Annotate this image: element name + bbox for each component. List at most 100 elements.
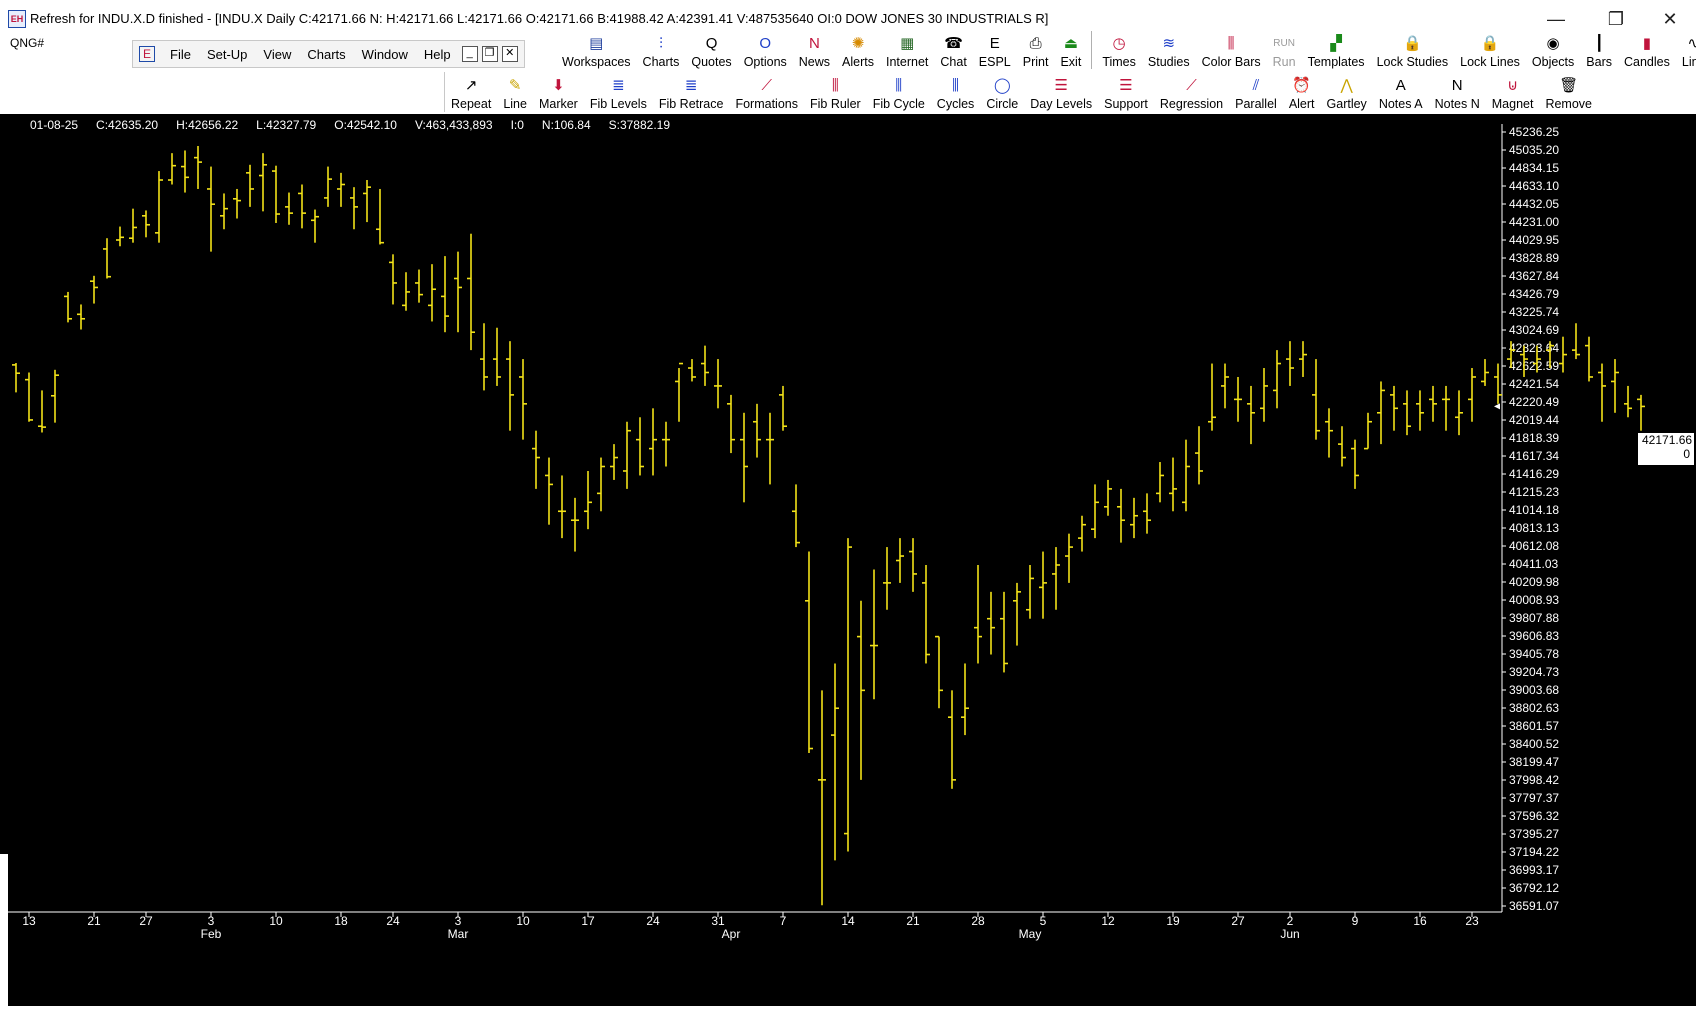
y-tick-label: 41014.18 bbox=[1509, 503, 1559, 517]
y-tick-label: 44029.95 bbox=[1509, 233, 1559, 247]
tb2-label: Fib Cycle bbox=[872, 97, 925, 111]
tb2-button-18[interactable]: ⊍ Magnet bbox=[1486, 72, 1540, 112]
ohlc-bar bbox=[116, 226, 124, 247]
tb1-button-7[interactable]: ☎ Chat bbox=[934, 30, 972, 70]
tb2-button-10[interactable]: ☰ Day Levels bbox=[1024, 72, 1098, 112]
ohlc-bar bbox=[181, 150, 189, 193]
menu-setup[interactable]: Set-Up bbox=[200, 47, 254, 62]
tb2-label: Parallel bbox=[1235, 97, 1277, 111]
tb1-button-12[interactable]: ≋ Studies bbox=[1142, 30, 1196, 70]
tb2-button-16[interactable]: A Notes A bbox=[1373, 72, 1429, 112]
y-tick-label: 39003.68 bbox=[1509, 683, 1559, 697]
month-label: Feb bbox=[201, 927, 222, 941]
y-tick-label: 40813.13 bbox=[1509, 521, 1559, 535]
tb1-button-8[interactable]: E ESPL bbox=[973, 30, 1017, 70]
menu-file[interactable]: File bbox=[163, 47, 198, 62]
ohlc-bar bbox=[597, 457, 605, 512]
last-price-sub: 0 bbox=[1683, 447, 1690, 461]
tb1-button-2[interactable]: Q Quotes bbox=[685, 30, 737, 70]
tb1-button-15[interactable]: ▞ Templates bbox=[1302, 30, 1371, 70]
ohlc-bar bbox=[649, 408, 657, 476]
tb2-button-19[interactable]: 🗑 Remove bbox=[1539, 72, 1598, 112]
y-tick-label: 42421.54 bbox=[1509, 377, 1559, 391]
ohlc-bar bbox=[1195, 426, 1203, 485]
x-tick-label: 10 bbox=[269, 914, 283, 928]
tb1-button-3[interactable]: O Options bbox=[738, 30, 793, 70]
ohlc-bar bbox=[688, 359, 696, 382]
tb1-button-10[interactable]: ⏏ Exit bbox=[1054, 30, 1087, 70]
ohlc-bar bbox=[1026, 564, 1034, 619]
mdi-restore-button[interactable]: ❐ bbox=[481, 46, 498, 62]
regression-icon: ⟋ bbox=[1186, 77, 1197, 94]
tb1-button-16[interactable]: 🔒 Lock Studies bbox=[1371, 30, 1455, 70]
tb1-button-1[interactable]: ⫶ Charts bbox=[637, 30, 686, 70]
ohlc-bar bbox=[610, 444, 618, 480]
tb2-button-14[interactable]: ⏰ Alert bbox=[1283, 72, 1321, 112]
tb1-button-20[interactable]: ▮ Candles bbox=[1618, 30, 1676, 70]
x-tick-label: 24 bbox=[646, 914, 660, 928]
tb2-button-4[interactable]: ≣ Fib Retrace bbox=[653, 72, 730, 112]
y-tick-label: 39807.88 bbox=[1509, 611, 1559, 625]
tb2-button-6[interactable]: ⫼ Fib Ruler bbox=[804, 72, 867, 112]
month-label: May bbox=[1019, 927, 1042, 941]
tb2-button-7[interactable]: ⫼ Fib Cycle bbox=[867, 72, 931, 112]
trash-icon: 🗑 bbox=[1559, 77, 1579, 94]
tb2-button-17[interactable]: N Notes N bbox=[1429, 72, 1486, 112]
tb1-button-14: RUN Run bbox=[1267, 30, 1302, 70]
tb2-label: Notes A bbox=[1378, 97, 1423, 111]
tb1-label: Objects bbox=[1531, 55, 1575, 69]
tb1-button-21[interactable]: ∿ Line bbox=[1676, 30, 1696, 70]
ohlc-bar bbox=[753, 403, 761, 458]
tb1-button-19[interactable]: ┃ Bars bbox=[1580, 30, 1618, 70]
tb2-label: Support bbox=[1104, 97, 1148, 111]
ohlc-bar bbox=[1013, 582, 1021, 646]
ohlc-bar bbox=[987, 591, 995, 655]
tb2-button-5[interactable]: ⟋ Formations bbox=[729, 72, 804, 112]
x-tick-label: 16 bbox=[1413, 914, 1427, 928]
tb1-button-13[interactable]: ⫼ Color Bars bbox=[1196, 30, 1267, 70]
tb1-label: Color Bars bbox=[1201, 55, 1261, 69]
tb2-button-1[interactable]: ✎ Line bbox=[497, 72, 533, 112]
ohlc-bar bbox=[155, 171, 163, 243]
tb2-button-11[interactable]: ☰ Support bbox=[1098, 72, 1154, 112]
menu-window[interactable]: Window bbox=[355, 47, 415, 62]
tb2-button-13[interactable]: ⫽ Parallel bbox=[1229, 72, 1283, 112]
tb2-button-3[interactable]: ≣ Fib Levels bbox=[584, 72, 653, 112]
menu-charts[interactable]: Charts bbox=[300, 47, 352, 62]
x-tick-label: 31 bbox=[711, 914, 725, 928]
tb1-button-17[interactable]: 🔒 Lock Lines bbox=[1454, 30, 1526, 70]
mdi-minimize-button[interactable]: _ bbox=[461, 46, 478, 62]
x-tick-label: 21 bbox=[906, 914, 920, 928]
ohlc-bar bbox=[1312, 359, 1320, 440]
symbol-entry[interactable]: QNG# bbox=[10, 36, 44, 50]
ohlc-bar bbox=[714, 359, 722, 409]
tb2-button-8[interactable]: ⫼ Cycles bbox=[931, 72, 981, 112]
tb1-button-4[interactable]: N News bbox=[793, 30, 836, 70]
tb2-button-9[interactable]: ◯ Circle bbox=[980, 72, 1024, 112]
tb2-label: Fib Levels bbox=[589, 97, 647, 111]
main-toolbar: ▤ Workspaces ⫶ Charts Q Quotes O Options N News ✺ A… bbox=[556, 30, 1696, 70]
ohlc-bar bbox=[1260, 368, 1268, 422]
ohlc-bar bbox=[1078, 515, 1086, 552]
tb2-button-2[interactable]: ⬇ Marker bbox=[533, 72, 584, 112]
chart-area[interactable]: 45236.25 45035.20 44834.15 44633.10 44432.05… bbox=[8, 114, 1696, 1006]
ohlc-bar bbox=[1364, 412, 1372, 450]
menu-view[interactable]: View bbox=[256, 47, 298, 62]
price-chart[interactable]: 45236.25 45035.20 44834.15 44633.10 44432.05… bbox=[8, 114, 1696, 1006]
tb1-button-5[interactable]: ✺ Alerts bbox=[836, 30, 880, 70]
menu-help[interactable]: Help bbox=[417, 47, 458, 62]
tb2-button-0[interactable]: ↗ Repeat bbox=[445, 72, 497, 112]
tb1-button-18[interactable]: ◉ Objects bbox=[1526, 30, 1580, 70]
tb2-button-15[interactable]: ⋀ Gartley bbox=[1321, 72, 1373, 112]
tb1-button-6[interactable]: ▦ Internet bbox=[880, 30, 934, 70]
draw-line-icon: ✎ bbox=[508, 77, 522, 94]
ohlc-bar bbox=[766, 412, 774, 485]
tb2-label: Cycles bbox=[936, 97, 975, 111]
tb2-button-12[interactable]: ⟋ Regression bbox=[1154, 72, 1229, 112]
mdi-close-button[interactable]: ✕ bbox=[501, 46, 518, 62]
y-tick-label: 41617.34 bbox=[1509, 449, 1559, 463]
tb1-label: Workspaces bbox=[562, 55, 631, 69]
tb1-button-0[interactable]: ▤ Workspaces bbox=[556, 30, 637, 70]
tb1-button-11[interactable]: ◷ Times bbox=[1096, 30, 1142, 70]
tb1-button-9[interactable]: ⎙ Print bbox=[1017, 30, 1055, 70]
